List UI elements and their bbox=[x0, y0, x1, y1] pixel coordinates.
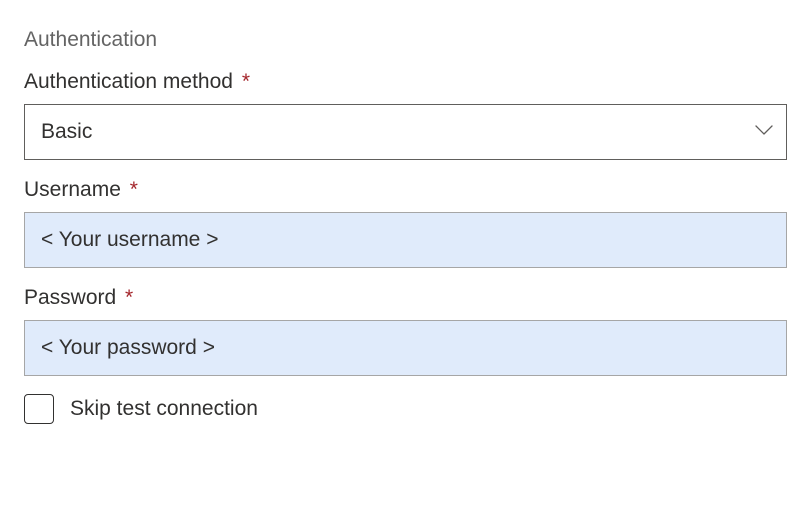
password-field: Password * bbox=[24, 286, 787, 376]
required-asterisk: * bbox=[242, 70, 250, 93]
auth-method-label-text: Authentication method bbox=[24, 70, 233, 93]
auth-method-label: Authentication method * bbox=[24, 70, 787, 94]
password-label-text: Password bbox=[24, 286, 116, 309]
skip-test-label[interactable]: Skip test connection bbox=[70, 397, 258, 421]
username-label-text: Username bbox=[24, 178, 121, 201]
auth-method-field: Authentication method * Basic bbox=[24, 70, 787, 160]
required-asterisk: * bbox=[125, 286, 133, 309]
username-field: Username * bbox=[24, 178, 787, 268]
section-title: Authentication bbox=[24, 28, 787, 52]
auth-method-select-wrapper: Basic bbox=[24, 104, 787, 160]
password-input[interactable] bbox=[24, 320, 787, 376]
username-input[interactable] bbox=[24, 212, 787, 268]
auth-method-value: Basic bbox=[41, 120, 92, 144]
skip-test-row: Skip test connection bbox=[24, 394, 787, 424]
required-asterisk: * bbox=[130, 178, 138, 201]
skip-test-checkbox[interactable] bbox=[24, 394, 54, 424]
auth-method-select[interactable]: Basic bbox=[24, 104, 787, 160]
password-label: Password * bbox=[24, 286, 787, 310]
username-label: Username * bbox=[24, 178, 787, 202]
